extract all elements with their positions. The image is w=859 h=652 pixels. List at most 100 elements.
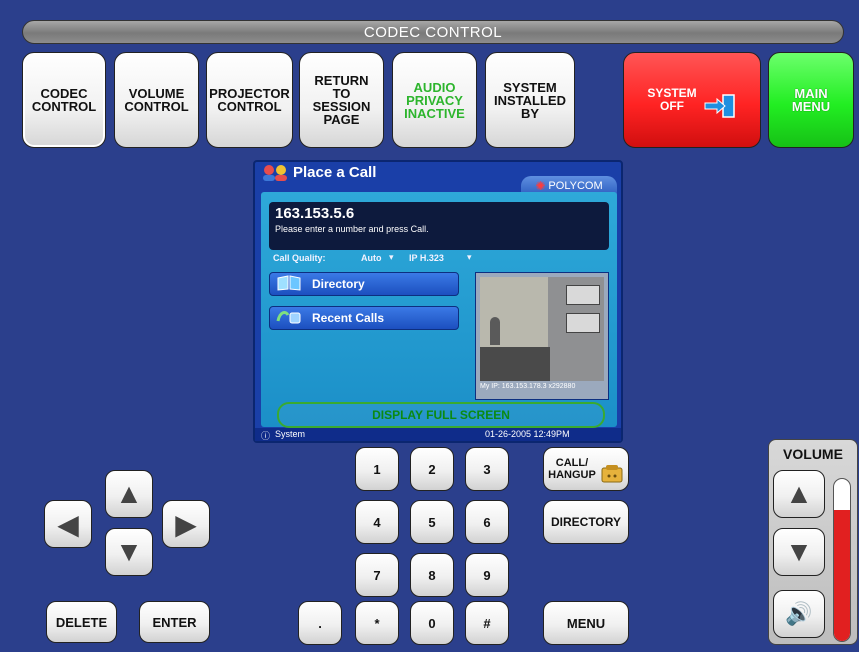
- key-2[interactable]: 2: [410, 447, 454, 491]
- arrow-down-icon: ▼: [115, 536, 143, 567]
- monitor-shape: [566, 285, 600, 305]
- key-0[interactable]: 0: [410, 601, 454, 645]
- my-ip-text: My IP: 163.153.178.3 x292880: [480, 383, 576, 390]
- key-label: 2: [428, 461, 436, 477]
- place-call-body: 163.153.5.6 Please enter a number and pr…: [261, 192, 617, 427]
- volume-level-fill: [834, 509, 850, 641]
- key-label: *: [374, 615, 380, 631]
- dial-display[interactable]: 163.153.5.6 Please enter a number and pr…: [269, 202, 609, 250]
- directory-button[interactable]: DIRECTORY: [543, 500, 629, 544]
- arrow-up-icon: ▲: [115, 478, 143, 509]
- arrow-right-button[interactable]: ▶: [162, 500, 210, 548]
- arrow-down-button[interactable]: ▼: [105, 528, 153, 576]
- status-datetime: 01-26-2005 12:49PM: [485, 429, 570, 439]
- exit-door-icon: [703, 80, 737, 121]
- system-installed-by-button[interactable]: SYSTEM INSTALLED BY: [485, 52, 575, 148]
- call-hangup-label: CALL/ HANGUP: [548, 457, 596, 481]
- volume-up-button[interactable]: ▲: [773, 470, 825, 518]
- video-preview-frame: My IP: 163.153.178.3 x292880: [475, 272, 609, 400]
- return-to-session-label: RETURN TO SESSION PAGE: [312, 73, 371, 127]
- projector-control-button[interactable]: PROJECTOR CONTROL: [206, 52, 293, 148]
- audio-privacy-label: AUDIO PRIVACY INACTIVE: [404, 79, 465, 121]
- chevron-down-icon: ▾: [467, 252, 472, 262]
- delete-label: DELETE: [55, 614, 108, 630]
- desk-shape: [480, 347, 550, 381]
- chevron-down-icon: ▾: [389, 252, 394, 262]
- polycom-brand: POLYCOM: [548, 180, 603, 192]
- arrow-left-button[interactable]: ◀: [44, 500, 92, 548]
- key-label: 7: [373, 567, 381, 583]
- presenter-figure: [490, 317, 500, 345]
- dialed-number: 163.153.5.6: [275, 205, 355, 222]
- main-menu-button[interactable]: MAIN MENU: [768, 52, 854, 148]
- key-label: 1: [373, 461, 381, 477]
- camera-preview: [480, 277, 604, 381]
- main-menu-label: MAIN MENU: [791, 86, 831, 114]
- key-label: .: [318, 615, 322, 631]
- directory-button-label: DIRECTORY: [550, 515, 621, 529]
- key-label: 4: [373, 514, 381, 530]
- recent-calls-menu-item[interactable]: Recent Calls: [269, 306, 459, 330]
- volume-down-button[interactable]: ▼: [773, 528, 825, 576]
- arrow-up-icon: ▲: [785, 478, 813, 509]
- key-4[interactable]: 4: [355, 500, 399, 544]
- volume-meter: [833, 478, 851, 642]
- call-quality-label: Call Quality:: [273, 253, 326, 263]
- directory-menu-item[interactable]: Directory: [269, 272, 459, 296]
- key-star[interactable]: *: [355, 601, 399, 645]
- key-label: 8: [428, 567, 436, 583]
- codec-control-label: CODEC CONTROL: [31, 86, 97, 114]
- users-icon: [261, 164, 291, 187]
- call-protocol[interactable]: IP H.323: [409, 253, 444, 263]
- polycom-place-call-panel: Place a Call ✺ POLYCOM 163.153.5.6 Pleas…: [253, 160, 623, 443]
- key-9[interactable]: 9: [465, 553, 509, 597]
- arrow-down-icon: ▼: [785, 536, 813, 567]
- page-title-bar: CODEC CONTROL: [22, 20, 844, 44]
- key-label: 0: [428, 615, 436, 631]
- key-3[interactable]: 3: [465, 447, 509, 491]
- system-off-label: SYSTEM OFF: [647, 86, 697, 113]
- volume-panel: VOLUME ▲ ▼ 🔊: [768, 439, 858, 645]
- arrow-up-button[interactable]: ▲: [105, 470, 153, 518]
- display-full-screen-button[interactable]: DISPLAY FULL SCREEN: [277, 402, 605, 428]
- key-7[interactable]: 7: [355, 553, 399, 597]
- key-dot[interactable]: .: [298, 601, 342, 645]
- return-to-session-button[interactable]: RETURN TO SESSION PAGE: [299, 52, 384, 148]
- key-hash[interactable]: #: [465, 601, 509, 645]
- key-label: 3: [483, 461, 491, 477]
- phone-icon: [600, 452, 624, 487]
- menu-button[interactable]: MENU: [543, 601, 629, 645]
- system-installed-by-label: SYSTEM INSTALLED BY: [494, 79, 566, 121]
- speaker-icon: 🔊: [785, 601, 813, 626]
- call-quality-auto[interactable]: Auto: [361, 253, 382, 263]
- display-full-screen-label: DISPLAY FULL SCREEN: [372, 408, 510, 422]
- directory-label: Directory: [312, 277, 365, 291]
- place-call-title: Place a Call: [293, 164, 377, 181]
- volume-label: VOLUME: [783, 446, 843, 462]
- recent-calls-icon: [276, 309, 302, 328]
- polycom-logo-icon: ✺: [535, 179, 546, 193]
- status-bar: ⓘ System 01-26-2005 12:49PM: [255, 428, 621, 441]
- key-label: 5: [428, 514, 436, 530]
- call-quality-row: Call Quality: Auto ▾ IP H.323 ▾: [269, 252, 609, 266]
- projector-control-label: PROJECTOR CONTROL: [209, 86, 290, 114]
- call-hangup-button[interactable]: CALL/ HANGUP: [543, 447, 629, 491]
- key-label: 9: [483, 567, 491, 583]
- enter-button[interactable]: ENTER: [139, 601, 210, 643]
- key-1[interactable]: 1: [355, 447, 399, 491]
- volume-control-button[interactable]: VOLUME CONTROL: [114, 52, 199, 148]
- volume-control-label: VOLUME CONTROL: [124, 86, 189, 114]
- key-5[interactable]: 5: [410, 500, 454, 544]
- key-8[interactable]: 8: [410, 553, 454, 597]
- mute-button[interactable]: 🔊: [773, 590, 825, 638]
- key-label: 6: [483, 514, 491, 530]
- system-off-button[interactable]: SYSTEM OFF: [623, 52, 761, 148]
- delete-button[interactable]: DELETE: [46, 601, 117, 643]
- arrow-right-icon: ▶: [175, 508, 197, 540]
- audio-privacy-button[interactable]: AUDIO PRIVACY INACTIVE: [392, 52, 477, 148]
- codec-control-button[interactable]: CODEC CONTROL: [22, 52, 106, 148]
- dial-hint: Please enter a number and press Call.: [275, 224, 429, 234]
- enter-label: ENTER: [152, 614, 197, 630]
- monitor-shape: [566, 313, 600, 333]
- key-6[interactable]: 6: [465, 500, 509, 544]
